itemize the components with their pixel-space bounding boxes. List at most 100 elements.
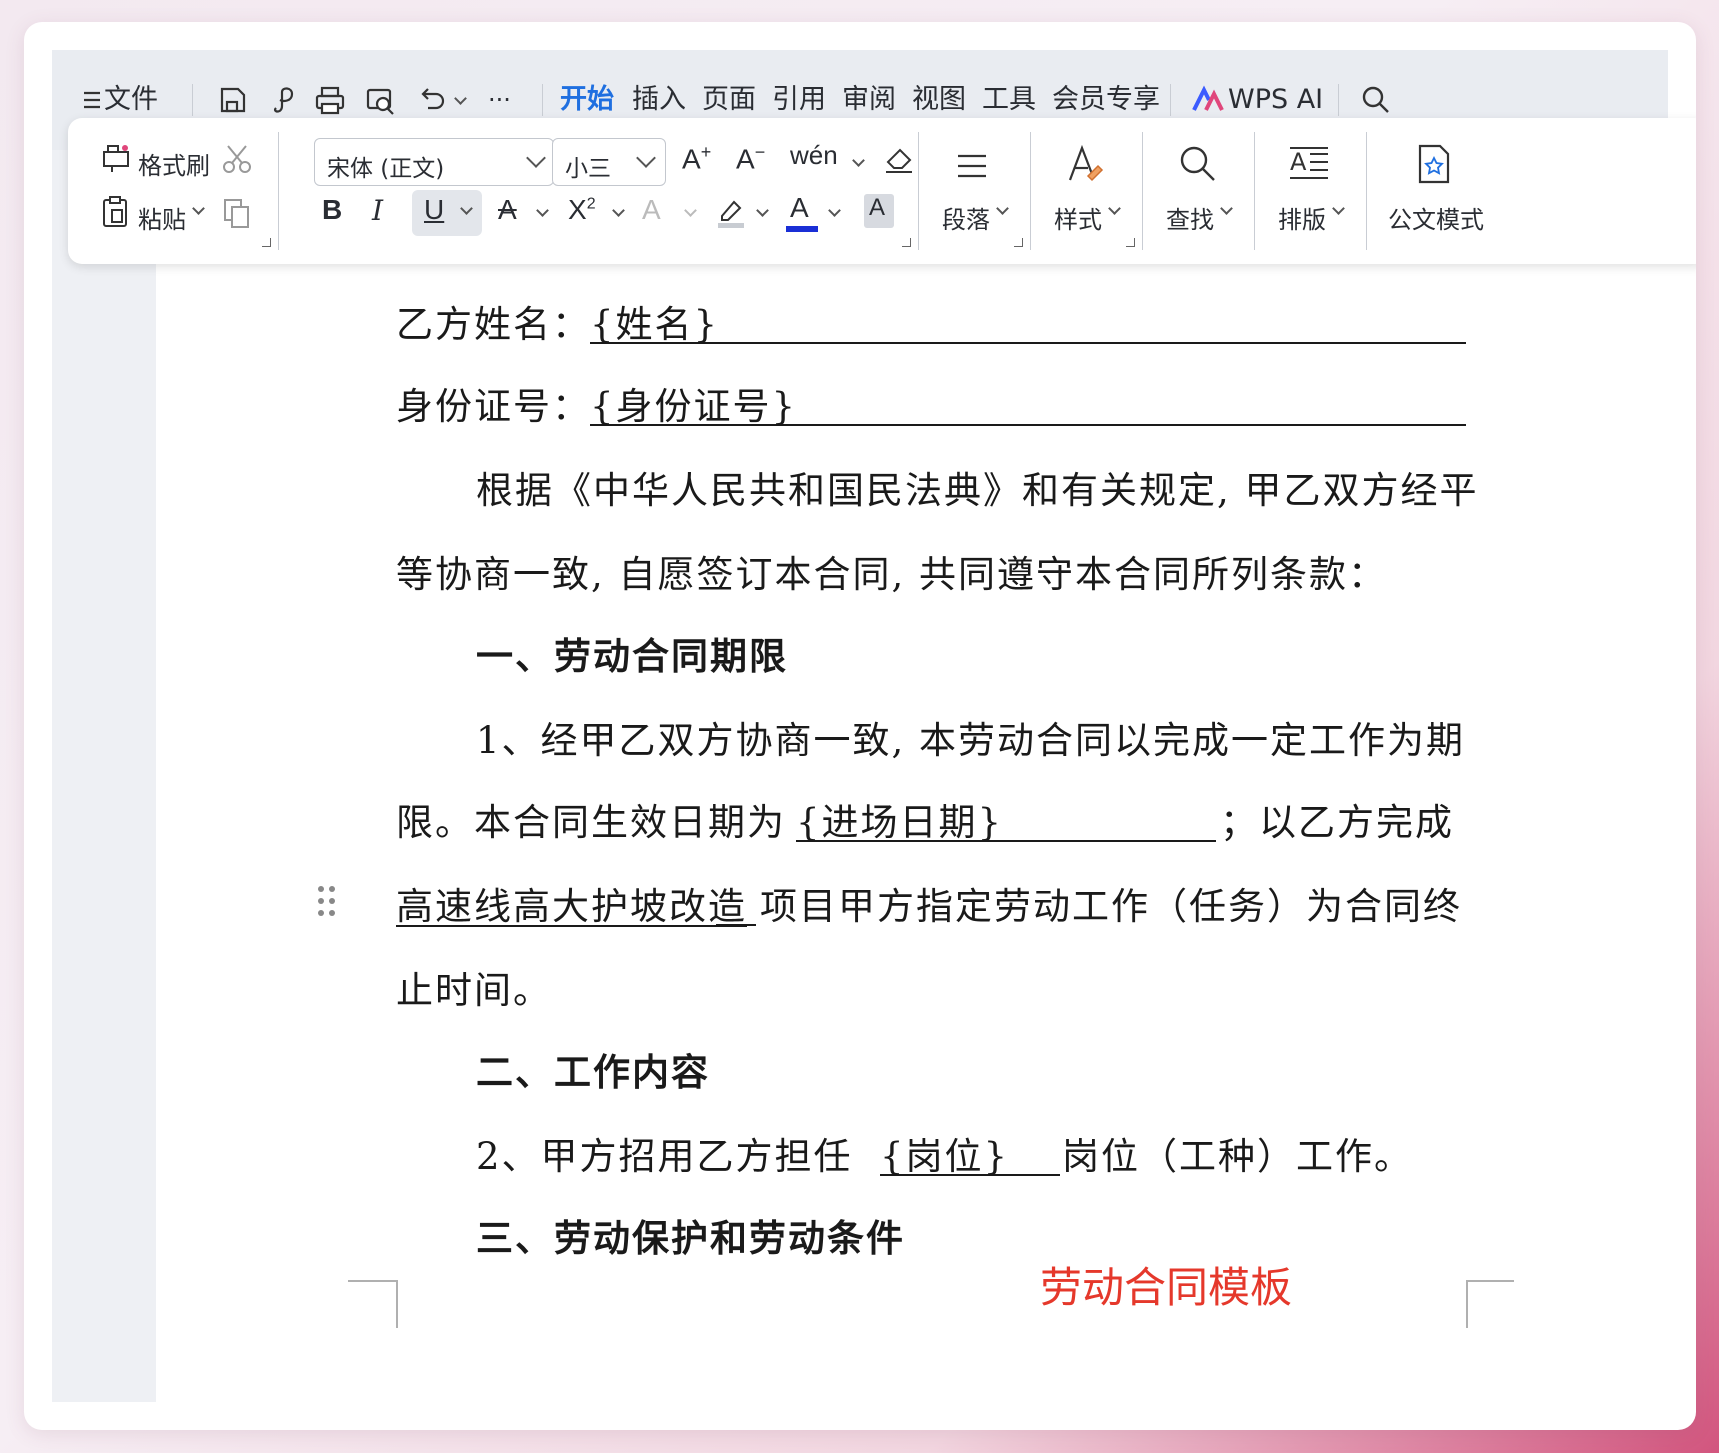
position-field[interactable]: {岗位} [880,1126,1009,1180]
clear-format-eraser-icon[interactable] [882,142,916,176]
hamburger-menu-icon[interactable] [72,80,100,120]
project-underline-tail [716,924,756,926]
italic-button[interactable]: I [372,194,383,227]
tab-page[interactable]: 页面 [702,78,756,122]
phonetic-guide-icon[interactable]: wén [790,140,838,171]
phonetic-dropdown-chevron-icon[interactable] [852,154,865,167]
start-date-field[interactable]: {进场日期} [796,792,1003,846]
crop-mark-right-v [1466,1280,1468,1328]
font-color-icon[interactable]: A [786,192,820,234]
find-button[interactable]: 查找 [1166,200,1214,235]
crop-mark-left-v [396,1280,398,1328]
clause-1-line-3: 项目甲方指定劳动工作（任务）为合同终 [760,885,1462,928]
project-name-field[interactable]: 高速线高大护坡改造 [396,876,747,930]
paragraph-launcher-icon[interactable] [1014,238,1023,247]
wps-ai-logo-icon[interactable] [1188,80,1228,120]
separator [1142,132,1143,250]
format-painter-button[interactable]: 格式刷 [138,146,210,181]
id-number-field[interactable]: {身份证号} [590,376,797,430]
font-family-chevron-icon [526,148,546,168]
paste-button[interactable]: 粘贴 [138,200,186,235]
export-pdf-icon[interactable] [262,80,302,120]
more-options-button[interactable]: ··· [488,78,511,122]
tab-insert[interactable]: 插入 [632,78,686,122]
superscript-icon[interactable]: X2 [568,194,596,226]
save-icon[interactable] [212,80,252,120]
intro-line-2: 等协商一致, 自愿签订本合同, 共同遵守本合同所列条款： [396,553,1388,596]
underline-button-group[interactable]: U [412,190,482,236]
styles-dropdown-chevron-icon[interactable] [1108,202,1121,215]
wps-ai-button[interactable]: WPS AI [1228,78,1323,122]
bold-button[interactable]: B [322,194,342,226]
party-b-name-label: 乙方姓名： [396,303,591,346]
drag-handle-icon[interactable] [316,884,338,918]
separator [1254,132,1255,250]
tab-home[interactable]: 开始 [560,78,614,122]
separator [542,84,543,116]
copy-icon[interactable] [220,196,254,230]
find-dropdown-chevron-icon[interactable] [1220,202,1233,215]
font-size-chevron-icon [636,148,656,168]
superscript-dropdown-chevron-icon[interactable] [612,204,625,217]
shrink-font-icon[interactable]: A− [736,142,765,175]
clipboard-launcher-icon[interactable] [262,238,271,247]
styles-launcher-icon[interactable] [1126,238,1135,247]
font-color-swatch [786,226,818,232]
undo-dropdown-chevron-icon[interactable] [454,92,467,105]
undo-icon[interactable] [412,80,452,120]
section-2-title: 二、工作内容 [476,1050,710,1094]
app-frame: 乙方姓名： {姓名} 身份证号： {身份证号} 根据《中华人民共和国民法典》和有… [24,22,1696,1430]
svg-text:A: A [1290,148,1307,176]
tab-view[interactable]: 视图 [912,78,966,122]
tab-review[interactable]: 审阅 [842,78,896,122]
strikethrough-icon[interactable]: A [498,194,517,226]
underline-dropdown-chevron-icon[interactable] [460,202,473,215]
paste-dropdown-chevron-icon[interactable] [192,202,205,215]
layout-button[interactable]: 排版 [1278,200,1326,235]
font-color-dropdown-chevron-icon[interactable] [828,204,841,217]
print-preview-icon[interactable] [360,80,400,120]
separator [278,132,279,250]
paragraph-dropdown-chevron-icon[interactable] [996,202,1009,215]
styles-button[interactable]: 样式 [1054,200,1102,235]
position-underline [880,1174,1060,1176]
tab-member[interactable]: 会员专享 [1052,78,1160,122]
character-shading-icon[interactable]: A [864,194,894,228]
cut-icon[interactable] [220,142,254,176]
tab-tools[interactable]: 工具 [982,78,1036,122]
search-icon[interactable] [1356,80,1396,120]
strikethrough-dropdown-chevron-icon[interactable] [536,204,549,217]
separator [1170,84,1171,116]
layout-dropdown-chevron-icon[interactable] [1332,202,1345,215]
paragraph-button[interactable]: 段落 [942,200,990,235]
intro-line-1: 根据《中华人民共和国民法典》和有关规定, 甲乙双方经平 [476,469,1479,512]
tab-references[interactable]: 引用 [772,78,826,122]
clause-2-part-a: 2、甲方招用乙方担任 [476,1135,853,1178]
clause-1-line-2b: ；以乙方完成 [1220,801,1454,844]
paste-icon [98,194,134,230]
format-painter-icon [98,140,134,176]
template-watermark-label: 劳动合同模板 [1040,1263,1293,1312]
section-1-title: 一、劳动合同期限 [476,634,788,678]
separator [1366,132,1367,250]
separator [918,132,919,250]
font-family-select[interactable]: 宋体 (正文) [314,138,554,186]
text-effects-dropdown-chevron-icon[interactable] [684,204,697,217]
official-document-mode-button[interactable]: 公文模式 [1388,200,1484,235]
paragraph-icon [954,148,990,184]
font-launcher-icon[interactable] [902,238,911,247]
highlight-icon[interactable] [714,194,748,230]
date-underline [796,840,1216,842]
file-menu[interactable]: 文件 [104,78,158,122]
font-size-select[interactable]: 小三 [552,138,666,186]
clause-1-line-4: 止时间。 [396,969,552,1012]
highlight-dropdown-chevron-icon[interactable] [756,204,769,217]
party-b-name-field[interactable]: {姓名} [590,294,719,348]
crop-mark-right-h [1466,1280,1514,1282]
underline-button[interactable]: U [424,194,444,226]
font-family-value: 宋体 (正文) [327,156,445,182]
grow-font-icon[interactable]: A+ [682,142,711,175]
text-effects-icon[interactable]: A [642,194,661,226]
clause-1-line-2a: 限。本合同生效日期为 [396,801,786,844]
print-icon[interactable] [310,80,350,120]
